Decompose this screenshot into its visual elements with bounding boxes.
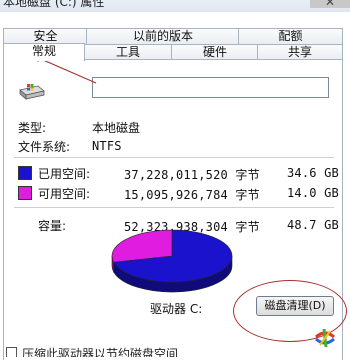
drive-letter-label: 驱动器 C: bbox=[150, 302, 203, 316]
tab-quota[interactable]: 配额 bbox=[238, 28, 343, 44]
window-title: 本地磁盘 (C:) 属性 bbox=[3, 0, 105, 9]
file-system-label: 文件系统: bbox=[18, 140, 71, 154]
tab-general[interactable]: 常规 bbox=[3, 43, 85, 61]
free-space-bytes: 15,095,926,784 字节 bbox=[124, 188, 260, 202]
capacity-label: 容量: bbox=[38, 219, 67, 233]
compress-option-label: 压缩此驱动器以节约磁盘空间 bbox=[22, 347, 179, 357]
close-button[interactable]: ✕ bbox=[310, 0, 350, 9]
used-space-bytes: 37,228,011,520 字节 bbox=[124, 168, 260, 182]
free-space-label: 可用空间: bbox=[38, 187, 91, 201]
drive-name-input[interactable] bbox=[92, 77, 329, 98]
free-space-swatch bbox=[18, 186, 32, 200]
used-space-size: 34.6 GB bbox=[287, 166, 339, 180]
used-space-label: 已用空间: bbox=[38, 167, 91, 181]
tab-previous-versions[interactable]: 以前的版本 bbox=[86, 28, 240, 44]
tab-security[interactable]: 安全 bbox=[3, 28, 88, 44]
compress-option[interactable]: 压缩此驱动器以节约磁盘空间 bbox=[6, 345, 246, 357]
divider bbox=[14, 207, 334, 208]
divider bbox=[14, 157, 334, 158]
free-space-size: 14.0 GB bbox=[287, 186, 339, 200]
file-system-value: NTFS bbox=[92, 139, 122, 153]
capacity-size: 48.7 GB bbox=[287, 218, 339, 232]
used-space-swatch bbox=[18, 166, 32, 180]
disk-usage-pie-chart bbox=[111, 229, 233, 293]
type-label: 类型: bbox=[18, 121, 47, 135]
tab-sharing[interactable]: 共享 bbox=[257, 44, 343, 60]
title-bar: 本地磁盘 (C:) 属性 ✕ bbox=[0, 0, 350, 12]
watermark-logo-icon bbox=[315, 328, 335, 348]
type-value: 本地磁盘 bbox=[92, 121, 141, 135]
compress-checkbox[interactable] bbox=[6, 347, 17, 357]
tab-hardware[interactable]: 硬件 bbox=[171, 44, 259, 60]
